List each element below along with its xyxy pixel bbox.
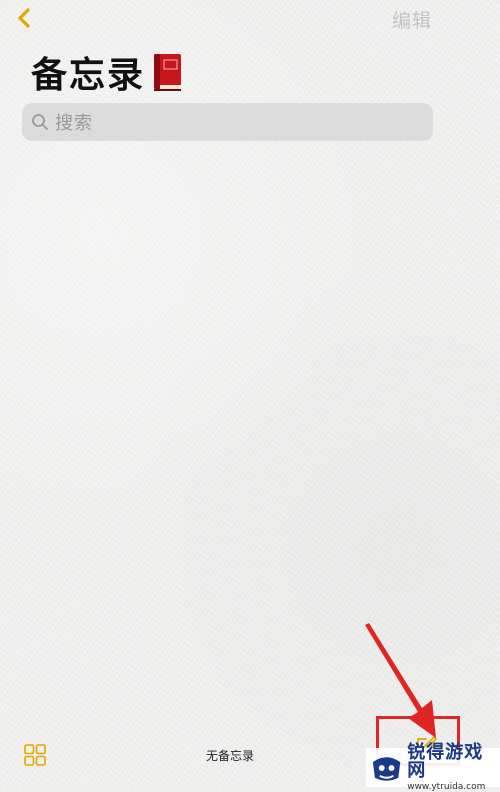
page-title-text: 备忘录 <box>31 55 146 96</box>
watermark: 锐得游戏网 www.ytruida.com <box>366 743 500 791</box>
watermark-title: 锐得游戏网 <box>407 741 484 781</box>
watermark-text: 锐得游戏网 www.ytruida.com <box>407 741 500 792</box>
page-title: 备忘录 <box>31 46 185 98</box>
red-book-icon <box>151 52 185 92</box>
search-placeholder: 搜索 <box>55 113 93 134</box>
watermark-logo-icon <box>372 756 401 781</box>
search-icon <box>31 113 49 131</box>
navigation-bar: 编辑 <box>0 0 500 40</box>
back-button[interactable] <box>12 4 40 32</box>
edit-button[interactable]: 编辑 <box>392 6 432 33</box>
watermark-url: www.ytruida.com <box>407 781 486 792</box>
search-bar[interactable]: 搜索 <box>22 103 433 141</box>
chevron-left-icon <box>18 8 30 28</box>
